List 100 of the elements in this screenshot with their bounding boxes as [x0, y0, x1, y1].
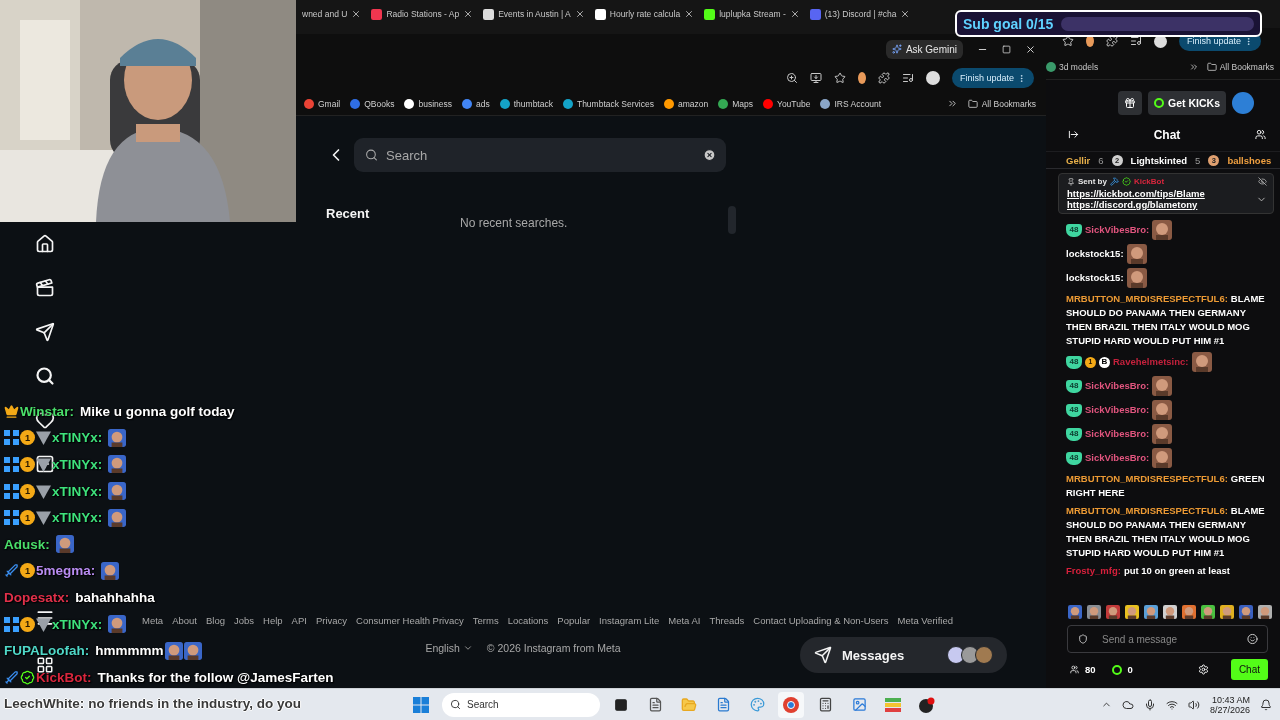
grid-icon[interactable]	[36, 656, 54, 674]
close-icon[interactable]	[351, 9, 362, 19]
all-bookmarks-link[interactable]: All Bookmarks	[1206, 61, 1274, 72]
chat-username[interactable]: SickVibesBro:	[1085, 403, 1150, 415]
bookmark-link[interactable]: Maps	[718, 98, 753, 109]
user-avatar[interactable]	[1232, 92, 1254, 114]
search-field[interactable]: Search	[354, 138, 726, 172]
footer-link[interactable]: Jobs	[233, 615, 255, 626]
notifications-icon[interactable]	[1260, 698, 1272, 711]
more-bookmarks-icon[interactable]	[1188, 61, 1199, 72]
pinned-link[interactable]: https://discord.gg/blametony	[1067, 199, 1256, 210]
extensions-icon[interactable]	[877, 72, 890, 84]
hide-icon[interactable]	[1258, 177, 1267, 186]
footer-link[interactable]: Meta AI	[668, 615, 701, 626]
close-icon[interactable]	[574, 9, 585, 19]
footer-link[interactable]: Popular	[557, 615, 591, 626]
bookmark-link[interactable]: YouTube	[763, 98, 811, 109]
bookmark-link[interactable]: QBooks	[350, 98, 395, 109]
leaderboard-name: Lightskinted	[1130, 155, 1188, 166]
media-icon[interactable]	[901, 72, 914, 84]
media-icon[interactable]	[1130, 35, 1142, 47]
close-icon[interactable]	[684, 9, 695, 19]
chat-message: MRBUTTON_MRDISRESPECTFUL6: BLAME SHOULD DO PANAMA THEN GERMANY THEN BRAZIL THEN ITALY WOULD MOG STUPID HARD WOULD PUT HIM #1	[1066, 504, 1266, 560]
chat-username[interactable]: lockstock15:	[1066, 271, 1124, 283]
footer-link[interactable]: API	[291, 615, 307, 626]
browser-tab[interactable]: Events in Austin | A	[479, 2, 589, 26]
chat-username[interactable]: SickVibesBro:	[1085, 379, 1150, 391]
extension-icon[interactable]	[1086, 35, 1094, 47]
footer-link[interactable]: Consumer Health Privacy	[356, 615, 464, 626]
footer-link[interactable]: Instagram Lite	[599, 615, 660, 626]
reels-icon[interactable]	[35, 278, 55, 298]
footer-link[interactable]: Help	[263, 615, 283, 626]
settings-icon[interactable]	[1197, 664, 1209, 675]
maximize-icon[interactable]	[1002, 44, 1011, 54]
close-icon[interactable]	[463, 9, 474, 19]
browser-tab[interactable]: (13) Discord | #cha	[805, 2, 915, 26]
close-icon[interactable]	[789, 9, 800, 19]
profile-avatar-icon[interactable]	[925, 71, 940, 85]
close-icon[interactable]	[1025, 43, 1036, 55]
footer-link[interactable]: Privacy	[315, 615, 348, 626]
gift-button[interactable]	[1118, 91, 1143, 115]
footer-link[interactable]: About	[172, 615, 197, 626]
message-field[interactable]: Send a message	[1067, 625, 1268, 653]
browser-tab[interactable]: wned and U	[298, 2, 366, 26]
footer-link[interactable]: Terms	[472, 615, 499, 626]
taskbar-search[interactable]: Search	[442, 692, 600, 717]
bookmark-link[interactable]: ads	[462, 98, 490, 109]
finish-update-button[interactable]: Finish update	[951, 68, 1034, 88]
extensions-icon[interactable]	[1106, 35, 1118, 47]
footer-link[interactable]: Locations	[507, 615, 549, 626]
volume-icon[interactable]	[1187, 698, 1200, 711]
browser-tab[interactable]: Hourly rate calcula	[590, 2, 699, 26]
footer-link[interactable]: Blog	[205, 615, 225, 626]
chat-button[interactable]: Chat	[1230, 659, 1268, 680]
more-bookmarks-icon[interactable]	[946, 98, 958, 109]
chat-username[interactable]: SickVibesBro:	[1085, 427, 1150, 439]
extension-icon[interactable]	[857, 72, 866, 84]
pinned-link[interactable]: https://kickbot.com/tips/Blame	[1067, 188, 1256, 199]
chat-message: Frosty_mfg: put 10 on green at least	[1066, 564, 1232, 578]
bookmark-link[interactable]: business	[404, 98, 452, 109]
bookmark-link[interactable]: thumbtack	[499, 98, 553, 109]
messages-button[interactable]: Messages	[800, 637, 1007, 673]
ask-gemini-button[interactable]: Ask Gemini	[885, 39, 963, 59]
microphone-icon[interactable]	[1143, 698, 1156, 711]
bookmark-link[interactable]: amazon	[663, 98, 709, 109]
cloud-icon[interactable]	[1121, 698, 1134, 711]
messages-icon[interactable]	[35, 322, 55, 342]
zoom-icon[interactable]	[785, 72, 798, 84]
bookmark-link[interactable]: IRS Account	[820, 98, 882, 109]
get-kicks-button[interactable]: Get KICKs	[1148, 91, 1226, 115]
browser-icon[interactable]	[778, 691, 804, 718]
bookmark-link[interactable]: 3d models	[1046, 61, 1099, 72]
star-icon[interactable]	[833, 72, 846, 84]
home-icon[interactable]	[35, 234, 55, 254]
browser-tab[interactable]: Radio Stations - Ap	[367, 2, 478, 26]
install-icon[interactable]	[809, 72, 822, 84]
users-icon[interactable]	[1255, 129, 1266, 140]
emoji-icon[interactable]	[1247, 633, 1258, 645]
clock[interactable]: 10:43 AM 8/27/2026	[1209, 694, 1250, 715]
profile-avatar-icon[interactable]	[1154, 34, 1167, 48]
close-icon[interactable]	[900, 9, 911, 19]
chat-username[interactable]: SickVibesBro:	[1085, 223, 1150, 235]
chat-message: Mike u gonna golf today	[79, 403, 235, 419]
chat-username[interactable]: SickVibesBro:	[1085, 451, 1150, 463]
chat-username[interactable]: lockstock15:	[1066, 247, 1124, 259]
footer-link[interactable]: Threads	[709, 615, 745, 626]
browser-tab[interactable]: luplupka Stream -	[700, 2, 804, 26]
footer-link[interactable]: Meta	[142, 615, 164, 626]
all-bookmarks-link[interactable]: All Bookmarks	[967, 98, 1036, 109]
bookmark-link[interactable]: Gmail	[304, 98, 341, 109]
clear-icon[interactable]	[703, 148, 716, 162]
search-icon[interactable]	[35, 366, 55, 386]
wifi-icon[interactable]	[1165, 698, 1178, 711]
language-select[interactable]: English	[425, 642, 473, 654]
footer-link[interactable]: Meta Verified	[897, 615, 953, 626]
star-icon[interactable]	[1062, 35, 1074, 47]
collapse-icon[interactable]	[1068, 129, 1079, 140]
footer-link[interactable]: Contact Uploading & Non-Users	[753, 615, 889, 626]
bookmark-link[interactable]: Thumbtack Services	[562, 98, 654, 109]
users-icon	[1070, 665, 1079, 674]
